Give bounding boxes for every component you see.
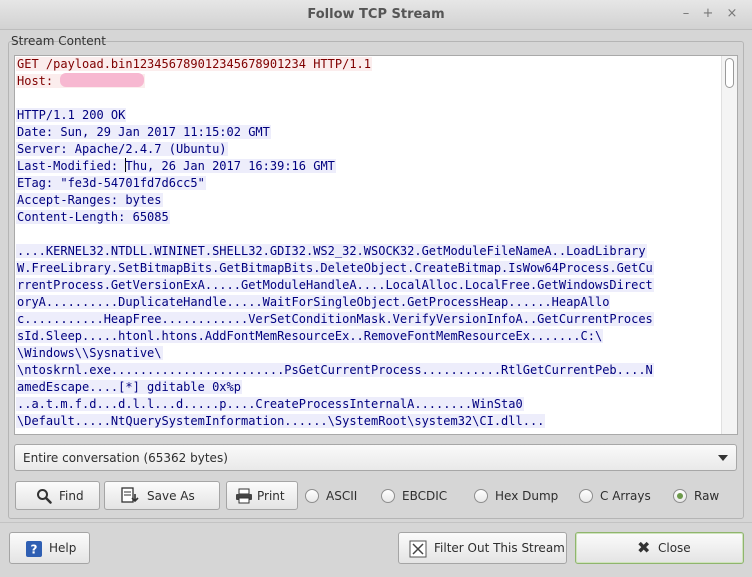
server-text: \ntoskrnl.exe........................PsG… — [16, 363, 654, 377]
stream-line: amedEscape....[*] gditable 0x%p — [16, 379, 722, 396]
radio-dot[interactable] — [579, 489, 593, 503]
stream-line: Content-Length: 65085 — [16, 209, 722, 226]
radio-dot[interactable] — [474, 489, 488, 503]
server-text: \Windows\\Sysnative\ — [16, 346, 163, 360]
search-icon — [37, 489, 52, 504]
stream-line: Last-Modified: Thu, 26 Jan 2017 16:39:16… — [16, 158, 722, 175]
server-text: rrentProcess.GetVersionExA.....GetModule… — [16, 278, 654, 292]
server-text: HTTP/1.1 200 OK — [16, 108, 127, 122]
vertical-scrollbar[interactable] — [721, 56, 737, 434]
help-icon: ? — [26, 541, 42, 557]
close-label: Close — [658, 541, 691, 555]
find-label: Find — [59, 489, 84, 503]
radio-dot[interactable] — [305, 489, 319, 503]
stream-line: W.FreeLibrary.SetBitmapBits.GetBitmapBit… — [16, 260, 722, 277]
server-text: sId.Sleep.....htonl.htons.AddFontMemReso… — [16, 329, 604, 343]
radio-ebcdic-label: EBCDIC — [402, 489, 448, 503]
stream-line: rrentProcess.GetVersionExA.....GetModule… — [16, 277, 722, 294]
stream-line: \ntoskrnl.exe........................PsG… — [16, 362, 722, 379]
stream-text-view[interactable]: GET /payload.bin12345678901234567890123​… — [14, 55, 738, 435]
close-icon[interactable]: × — [724, 6, 740, 22]
stream-line: Host: — [16, 73, 722, 90]
server-text: oryA..........DuplicateHandle.....WaitFo… — [16, 295, 611, 309]
maximize-icon[interactable]: + — [700, 6, 716, 22]
server-text: amedEscape....[*] gditable 0x%p — [16, 380, 242, 394]
close-button[interactable]: ✖ Close — [575, 532, 744, 564]
stream-line: Date: Sun, 29 Jan 2017 11:15:02 GMT — [16, 124, 722, 141]
title-bar: Follow TCP Stream – + × — [0, 0, 752, 30]
scrollbar-thumb[interactable] — [725, 58, 734, 88]
server-text: ETag: "fe3d-54701fd7d6cc5" — [16, 176, 206, 190]
stream-line: ..a.t.m.f.d...d.l.l...d.....p....CreateP… — [16, 396, 722, 413]
stream-line: c...........HeapFree............VerSetCo… — [16, 311, 722, 328]
radio-ascii-label: ASCII — [326, 489, 358, 503]
server-text: Accept-Ranges: bytes — [16, 193, 163, 207]
filter-out-stream-button[interactable]: Filter Out This Stream — [398, 532, 567, 564]
server-text: W.FreeLibrary.SetBitmapBits.GetBitmapBit… — [16, 261, 654, 275]
find-button[interactable]: Find — [15, 481, 100, 510]
chevron-down-icon — [718, 455, 728, 461]
stream-line: Accept-Ranges: bytes — [16, 192, 722, 209]
stream-line: ETag: "fe3d-54701fd7d6cc5" — [16, 175, 722, 192]
server-text: Last-Modified: Thu, 26 Jan 2017 16:39:16… — [16, 158, 336, 173]
stream-line: \Default.....NtQuerySystemInformation...… — [16, 413, 722, 430]
help-label: Help — [49, 541, 77, 555]
filter-out-label: Filter Out This Stream — [434, 541, 565, 555]
server-text: Content-Length: 65085 — [16, 210, 170, 224]
radio-dot[interactable] — [381, 489, 395, 503]
stream-line: ....KERNEL32.NTDLL.WININET.SHELL32.GDI32… — [16, 243, 722, 260]
server-text: Server: Apache/2.4.7 (Ubuntu) — [16, 142, 228, 156]
text-cursor — [125, 158, 127, 172]
conversation-select-value: Entire conversation (65362 bytes) — [23, 451, 228, 465]
server-text: ..a.t.m.f.d...d.l.l...d.....p....CreateP… — [16, 397, 524, 411]
stream-line: sId.Sleep.....htonl.htons.AddFontMemReso… — [16, 328, 722, 345]
radio-raw-label: Raw — [694, 489, 720, 503]
stream-line — [16, 90, 722, 107]
stream-line: \Windows\\Sysnative\ — [16, 345, 722, 362]
radio-hex-dump-label: Hex Dump — [495, 489, 559, 503]
stream-line — [16, 226, 722, 243]
help-button[interactable]: ? Help — [9, 532, 90, 564]
stream-line: Server: Apache/2.4.7 (Ubuntu) — [16, 141, 722, 158]
save-icon — [121, 487, 139, 503]
client-text: GET /payload.bin12345678901234567890123​… — [16, 57, 373, 71]
svg-text:?: ? — [31, 543, 38, 557]
server-text: ....KERNEL32.NTDLL.WININET.SHELL32.GDI32… — [16, 244, 647, 258]
server-text: c...........HeapFree............VerSetCo… — [16, 312, 654, 326]
filter-icon — [409, 540, 427, 558]
stream-line: GET /payload.bin12345678901234567890123​… — [16, 56, 722, 73]
radio-dot-selected[interactable] — [673, 489, 687, 503]
redacted-host — [60, 73, 145, 87]
stream-line: oryA..........DuplicateHandle.....WaitFo… — [16, 294, 722, 311]
save-as-button[interactable]: Save As — [104, 481, 220, 510]
stream-text: GET /payload.bin12345678901234567890123​… — [16, 56, 722, 430]
stream-content-label: Stream Content — [11, 34, 106, 48]
close-x-icon: ✖ — [637, 538, 651, 557]
save-as-label: Save As — [147, 489, 195, 503]
divider — [0, 522, 752, 523]
conversation-select[interactable]: Entire conversation (65362 bytes) — [14, 444, 737, 471]
stream-line: HTTP/1.1 200 OK — [16, 107, 722, 124]
radio-c-arrays-label: C Arrays — [600, 489, 651, 503]
printer-icon — [236, 488, 252, 504]
server-text: \Default.....NtQuerySystemInformation...… — [16, 414, 546, 428]
minimize-icon[interactable]: – — [678, 6, 694, 22]
window-title: Follow TCP Stream — [307, 7, 445, 22]
print-button[interactable]: Print — [226, 481, 298, 510]
server-text: Date: Sun, 29 Jan 2017 11:15:02 GMT — [16, 125, 271, 139]
print-label: Print — [257, 489, 285, 503]
client-text: Host: — [16, 73, 146, 88]
